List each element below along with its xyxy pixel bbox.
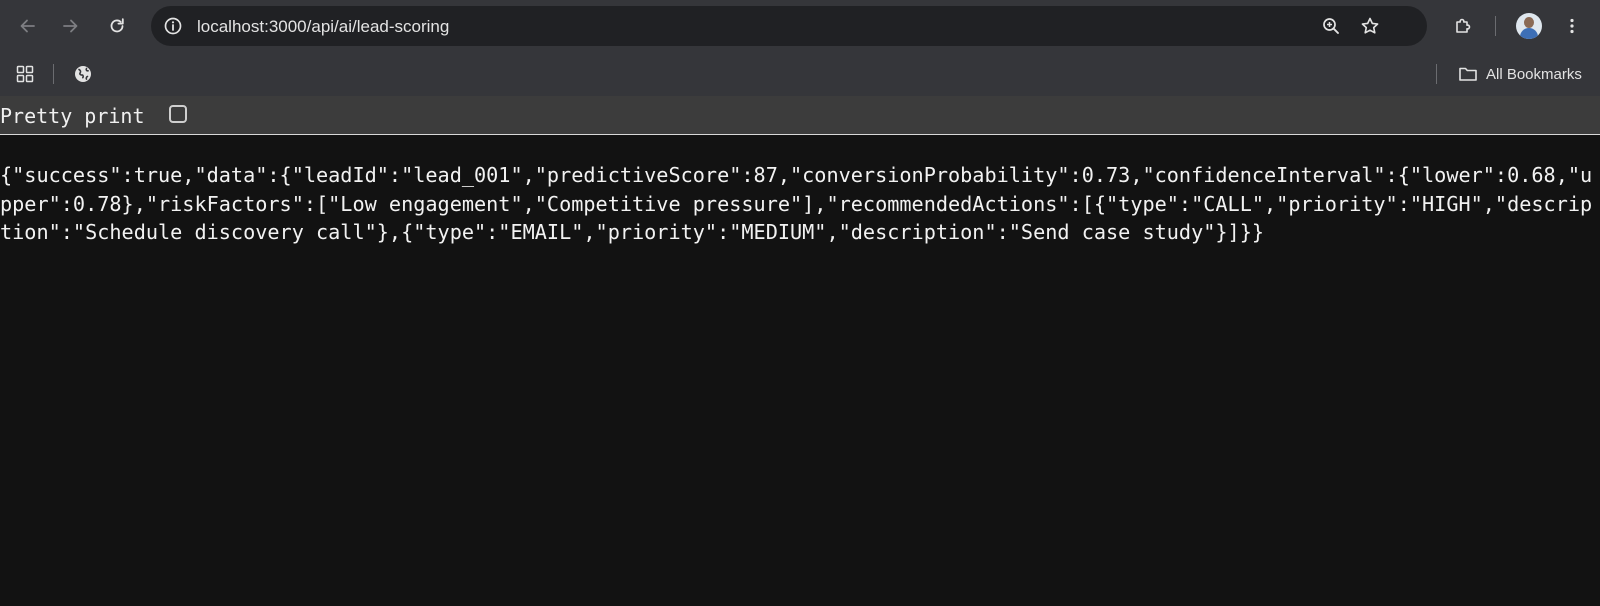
arrow-left-icon xyxy=(20,19,35,33)
address-bar[interactable]: localhost:3000/api/ai/lead-scoring xyxy=(151,6,1427,46)
url-text[interactable]: localhost:3000/api/ai/lead-scoring xyxy=(197,17,449,37)
back-button[interactable] xyxy=(14,12,42,40)
bookmarks-divider xyxy=(53,64,54,84)
apps-grid-icon xyxy=(16,65,34,83)
zoom-in-icon xyxy=(1323,18,1339,34)
zoom-button[interactable] xyxy=(1321,16,1341,36)
browser-menu-button[interactable] xyxy=(1558,12,1586,40)
avatar-shoulders xyxy=(1520,28,1538,39)
arrow-right-icon xyxy=(63,19,78,33)
globe-icon xyxy=(75,66,91,82)
all-bookmarks-button[interactable]: All Bookmarks xyxy=(1458,63,1582,85)
bookmark-star-button[interactable] xyxy=(1360,16,1380,36)
reload-icon xyxy=(110,18,124,33)
pretty-print-bar: Pretty print xyxy=(0,96,1600,135)
puzzle-icon xyxy=(1456,18,1471,33)
browser-toolbar: localhost:3000/api/ai/lead-scoring xyxy=(0,0,1600,52)
avatar-face xyxy=(1524,17,1534,28)
forward-button[interactable] xyxy=(56,12,84,40)
bookmarks-divider-right xyxy=(1436,64,1437,84)
extensions-button[interactable] xyxy=(1449,12,1477,40)
toolbar-divider xyxy=(1495,16,1496,36)
site-info-button[interactable] xyxy=(163,16,183,36)
star-icon xyxy=(1361,17,1379,34)
all-bookmarks-label: All Bookmarks xyxy=(1486,65,1582,83)
apps-button[interactable] xyxy=(14,63,36,85)
avatar[interactable] xyxy=(1516,13,1542,39)
info-icon xyxy=(164,17,182,35)
reload-button[interactable] xyxy=(103,12,131,40)
json-response-text: {"success":true,"data":{"leadId":"lead_0… xyxy=(0,163,1593,244)
bookmarks-bar: All Bookmarks xyxy=(0,52,1600,96)
folder-icon xyxy=(1459,67,1477,81)
pretty-print-label: Pretty print xyxy=(0,104,145,128)
kebab-menu-icon xyxy=(1570,18,1574,34)
pretty-print-checkbox[interactable] xyxy=(169,105,187,123)
bookmark-globe[interactable] xyxy=(72,63,94,85)
